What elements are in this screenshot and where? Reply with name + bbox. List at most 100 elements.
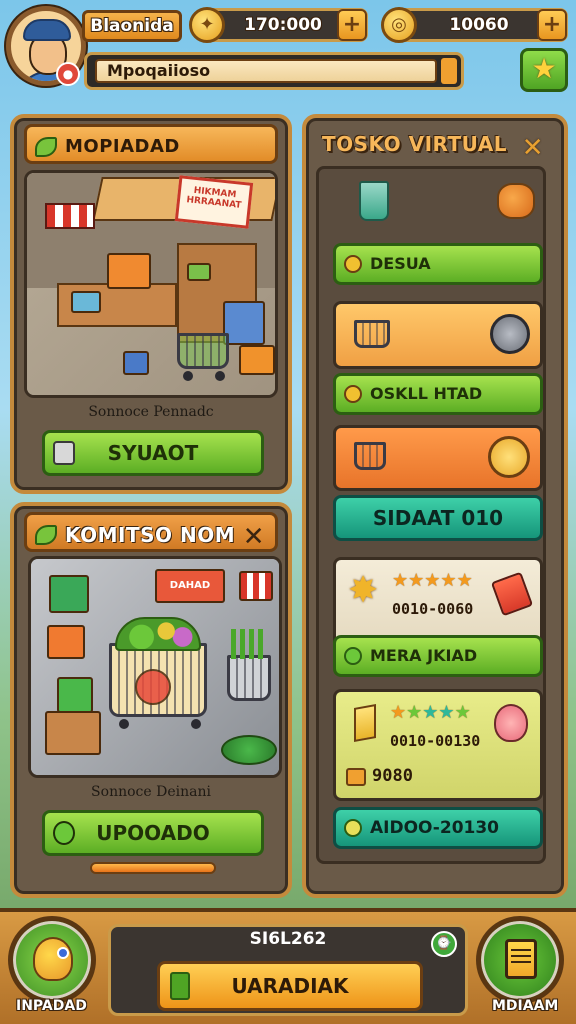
fridge-icon <box>223 301 265 345</box>
store-caption: Sonnoce Pennadc <box>88 404 214 420</box>
banana-coin-icon: ✦ <box>189 7 225 43</box>
star-icon: ★ <box>408 570 425 591</box>
shop-panel-header: TOSKO VIRTUAL ✕ <box>316 124 554 164</box>
shop-item-card[interactable] <box>333 425 543 491</box>
cart-icon <box>354 442 386 470</box>
starburst-icon: ✸ <box>348 570 379 611</box>
inventory-panel: KOMITSO NOM ✕ DAHAD Sonnoce Deinani UPOO… <box>10 502 292 898</box>
add-banana-button[interactable]: + <box>337 9 367 41</box>
wire-basket-icon <box>227 655 271 701</box>
cart-wheel <box>191 719 201 729</box>
shop-row-2-label: OSKLL HTAD <box>370 384 483 403</box>
right-menu-label: MDIAAM <box>492 998 559 1014</box>
cheese-icon <box>488 436 530 478</box>
offer-2-value: 0010-00130 <box>390 732 481 750</box>
currency-gold: ◎ 10060 + <box>381 7 568 43</box>
star-button[interactable]: ★ <box>520 48 568 92</box>
pan-icon <box>490 314 530 354</box>
status-bar: Mpoqaiioso <box>84 52 464 90</box>
star-icon: ★ <box>424 570 441 591</box>
leaf-icon <box>53 821 75 845</box>
coin-icon <box>344 385 362 403</box>
top-hud: ● Blaonida Mpoqaiioso ✦ 170:000 + ◎ 1006… <box>0 0 576 100</box>
stall-sign: HIKMAM HRRAANAT <box>174 175 254 229</box>
player-name: Blaonida <box>82 10 182 42</box>
shop-row-5[interactable]: AIDOO-20130 <box>333 807 543 849</box>
shop-row-5-label: AIDOO-20130 <box>370 818 500 838</box>
add-gold-button[interactable]: + <box>537 9 567 41</box>
shopping-cart-icon <box>177 333 229 369</box>
store-action-button[interactable]: SYUAOT <box>42 430 264 476</box>
left-menu-button[interactable] <box>8 916 96 1004</box>
price-tag-icon <box>346 768 366 786</box>
upload-button[interactable]: UPOOADO <box>42 810 264 856</box>
close-icon[interactable]: ✕ <box>243 517 265 557</box>
bird-eye-icon <box>57 947 69 959</box>
star-icon: ★ <box>392 570 409 591</box>
bin-icon <box>123 351 149 375</box>
main-action-label: UARADIAK <box>231 974 349 998</box>
shop-row-3[interactable]: SIDAAT 010 <box>333 495 543 541</box>
left-menu-label: INPADAD <box>16 998 87 1014</box>
cup-icon <box>53 441 75 465</box>
offer-1-value: 0010-0060 <box>392 600 474 618</box>
upload-button-label: UPOOADO <box>96 821 210 845</box>
awning <box>45 203 95 229</box>
store-panel: MOPIADAD SINAINANI HIKMAM HRRAANAT Sonno… <box>10 114 292 494</box>
offer-2-rating: ★★★★★ <box>390 702 471 723</box>
leaf-icon <box>344 647 362 665</box>
offer-2-price: 9080 <box>372 766 413 786</box>
status-bar-cap <box>441 58 457 84</box>
shop-row-4-label: MERA JKIAD <box>370 646 478 665</box>
register-icon <box>71 291 101 313</box>
produce-icon <box>187 263 211 281</box>
inventory-scene[interactable]: DAHAD <box>28 556 282 778</box>
status-text: Mpoqaiioso <box>95 59 437 83</box>
center-title: SI6L262 <box>249 929 327 949</box>
cart-wheel <box>215 371 225 381</box>
bottom-bar: INPADAD SI6L262 ⌚ UARADIAK MDIAAM <box>0 908 576 1024</box>
cart-wheel <box>183 371 193 381</box>
gold-coin-icon: ◎ <box>381 7 417 43</box>
inventory-panel-title: KOMITSO NOM <box>65 523 236 547</box>
bird-icon <box>33 937 73 981</box>
star-icon: ★ <box>454 702 471 723</box>
shop-row-2[interactable]: OSKLL HTAD <box>333 373 543 415</box>
eraser-icon <box>490 571 534 617</box>
vegetables-icon <box>115 617 201 651</box>
right-menu-button[interactable] <box>476 916 564 1004</box>
timer-icon[interactable]: ⌚ <box>431 931 457 957</box>
cabbage-icon <box>221 735 277 765</box>
crate-icon <box>45 711 101 755</box>
striped-box-icon <box>239 571 273 601</box>
bag-icon <box>497 183 535 219</box>
notepad-lines <box>511 949 531 967</box>
star-icon: ★ <box>406 702 423 723</box>
no-sign-icon <box>135 669 171 705</box>
star-icon: ★ <box>422 702 439 723</box>
greens-icon <box>231 629 267 659</box>
shop-row-1[interactable]: DESUA <box>333 243 543 285</box>
star-icon: ★ <box>456 570 473 591</box>
onion-icon <box>494 704 528 742</box>
inventory-caption: Sonnoce Deinani <box>91 784 211 800</box>
coin-icon <box>344 819 362 837</box>
shop-row-4[interactable]: MERA JKIAD <box>333 635 543 677</box>
star-icon: ★ <box>390 702 407 723</box>
crate-label: DAHAD <box>155 569 225 603</box>
shop-item-card[interactable] <box>333 301 543 369</box>
star-icon: ★ <box>440 570 457 591</box>
offer-card-2[interactable]: ★★★★★ 0010-00130 9080 <box>333 689 543 801</box>
offer-1-rating: ★★★★★ <box>392 570 473 591</box>
store-scene[interactable]: HIKMAM HRRAANAT <box>24 170 278 398</box>
tag-icon <box>170 972 190 1000</box>
progress-bar <box>90 862 216 874</box>
close-icon[interactable]: ✕ <box>522 128 544 168</box>
shop-panel-title: TOSKO VIRTUAL <box>322 132 508 156</box>
green-box-icon <box>49 575 89 613</box>
main-action-button[interactable]: UARADIAK <box>157 961 423 1011</box>
notification-badge[interactable]: ● <box>56 62 80 86</box>
butter-icon <box>354 704 376 742</box>
store-action-label: SYUAOT <box>107 441 199 465</box>
currency-gold-value: 10060 <box>449 15 509 35</box>
